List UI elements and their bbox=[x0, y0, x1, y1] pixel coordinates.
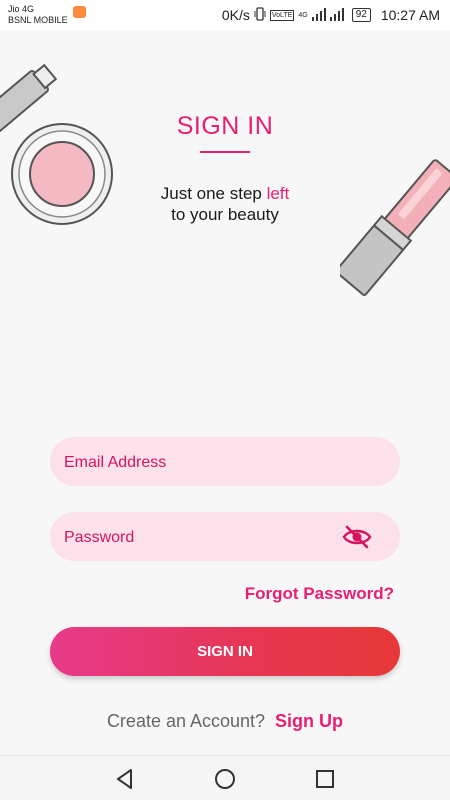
sign-in-screen: Jio 4G BSNL MOBILE 0K/s VoLTE 4G 92 10:2… bbox=[0, 0, 450, 800]
signal-icon bbox=[311, 7, 326, 24]
navigation-bar bbox=[0, 755, 450, 800]
home-circle-icon[interactable] bbox=[212, 766, 238, 792]
signal-icon-secondary bbox=[329, 7, 344, 24]
tagline: Just one step left to your beauty bbox=[0, 183, 450, 225]
carrier-secondary: BSNL MOBILE bbox=[8, 15, 68, 25]
eye-slash-icon[interactable] bbox=[342, 524, 372, 550]
battery-indicator: 92 bbox=[351, 8, 371, 22]
page-title: SIGN IN bbox=[176, 112, 274, 140]
recent-square-icon[interactable] bbox=[312, 766, 338, 792]
sign-in-button[interactable]: SIGN IN bbox=[50, 627, 400, 676]
tagline-text: Just one step bbox=[160, 184, 267, 203]
tagline-highlight: left bbox=[266, 184, 290, 203]
lipstick-illustration bbox=[340, 159, 450, 297]
title-underline bbox=[200, 151, 250, 153]
create-account-prompt: Create an Account? bbox=[106, 711, 266, 731]
vibrate-icon bbox=[254, 6, 266, 24]
carrier-info: Jio 4G BSNL MOBILE bbox=[8, 4, 68, 26]
net-speed: 0K/s bbox=[221, 7, 250, 23]
email-field-container bbox=[50, 437, 400, 488]
password-input[interactable] bbox=[62, 512, 336, 563]
sign-up-link[interactable]: Sign Up bbox=[275, 711, 343, 731]
forgot-password-link[interactable]: Forgot Password? bbox=[245, 584, 394, 604]
notification-icon bbox=[73, 6, 86, 18]
password-field-container bbox=[50, 512, 400, 563]
volte-icon: VoLTE bbox=[269, 9, 295, 21]
network-type: 4G bbox=[298, 11, 308, 19]
carrier-primary: Jio 4G bbox=[8, 4, 35, 14]
status-bar: Jio 4G BSNL MOBILE 0K/s VoLTE 4G 92 10:2… bbox=[0, 0, 450, 30]
tagline-line-2: to your beauty bbox=[171, 205, 279, 224]
back-triangle-icon[interactable] bbox=[112, 766, 138, 792]
create-account-row: Create an Account? Sign Up bbox=[0, 711, 450, 732]
status-indicators: 0K/s VoLTE 4G 92 10:27 AM bbox=[221, 6, 440, 24]
status-clock: 10:27 AM bbox=[380, 7, 440, 23]
email-input[interactable] bbox=[62, 437, 336, 488]
tagline-line-1: Just one step left bbox=[0, 183, 450, 204]
